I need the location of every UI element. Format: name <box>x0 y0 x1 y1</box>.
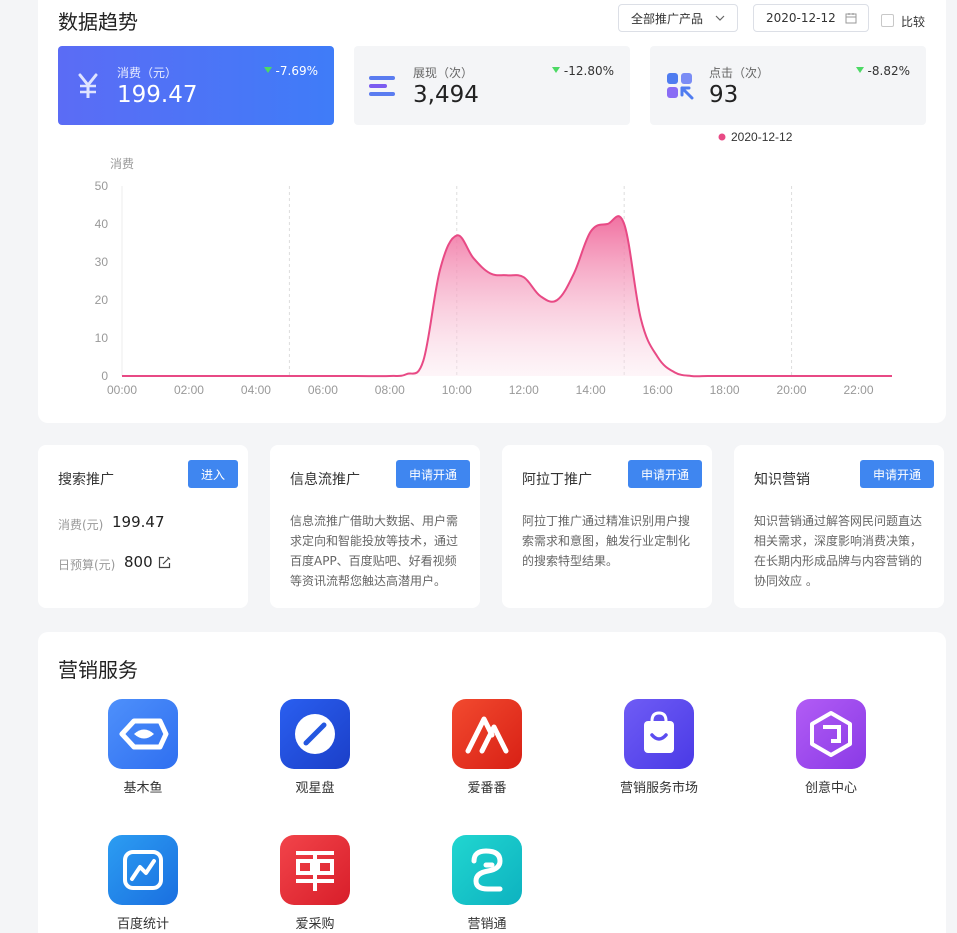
x-tick-label: 20:00 <box>777 383 807 397</box>
x-tick-label: 02:00 <box>174 383 204 397</box>
service-guanxingpan[interactable]: 观星盘 <box>255 699 375 796</box>
aicaigou-icon <box>280 835 350 905</box>
stat-delta: -8.82% <box>867 64 910 78</box>
aifanfan-icon <box>452 699 522 769</box>
x-tick-label: 08:00 <box>375 383 405 397</box>
data-trend-panel: 数据趋势 全部推广产品 2020-12-12 比较 消费（元） 199.47 -… <box>38 0 946 423</box>
yingxiaotong-icon <box>452 835 522 905</box>
x-tick-label: 00:00 <box>107 383 137 397</box>
date-picker-value: 2020-12-12 <box>766 11 836 25</box>
x-tick-label: 04:00 <box>241 383 271 397</box>
card-title: 阿拉丁推广 <box>522 472 592 488</box>
x-tick-label: 12:00 <box>509 383 539 397</box>
stat-delta: -7.69% <box>275 64 318 78</box>
stat-label: 点击（次） <box>709 66 770 80</box>
service-name: 观星盘 <box>295 781 335 796</box>
card-description: 信息流推广借助大数据、用户需求定向和智能投放等技术，通过百度APP、百度贴吧、好… <box>290 514 459 588</box>
service-name: 创意中心 <box>804 781 857 796</box>
yuan-icon <box>78 73 98 98</box>
edit-icon[interactable] <box>158 556 171 569</box>
card-title: 知识营销 <box>754 472 810 488</box>
service-name: 爱番番 <box>467 781 507 796</box>
chevron-down-icon <box>715 15 725 21</box>
service-aicaigou[interactable]: 爱采购 <box>255 835 375 932</box>
compass-icon <box>280 699 350 769</box>
stat-value: 199.47 <box>117 82 198 108</box>
bars-icon <box>369 76 395 96</box>
y-tick-label: 10 <box>95 331 109 345</box>
stat-label: 消费（元） <box>117 66 178 80</box>
services-title: 营销服务 <box>58 658 138 682</box>
service-creative-center[interactable]: 创意中心 <box>771 699 891 796</box>
calendar-icon <box>845 13 857 24</box>
service-jimuyu[interactable]: 基木鱼 <box>83 699 203 796</box>
stat-card-spend[interactable]: 消费（元） 199.47 -7.69% <box>58 46 334 125</box>
x-tick-label: 10:00 <box>442 383 472 397</box>
y-tick-label: 20 <box>95 293 109 307</box>
compare-checkbox[interactable] <box>881 14 894 27</box>
y-tick-label: 0 <box>101 369 108 383</box>
marketing-services-panel: 营销服务 基木鱼 观星盘 爱番番 营销服务市场 创意中心 百度统计 爱采购 营销… <box>38 632 946 933</box>
fish-icon <box>108 699 178 769</box>
y-tick-label: 50 <box>95 179 109 193</box>
stat-label: 展现（次） <box>413 66 474 80</box>
knowledge-marketing-card: 知识营销 申请开通 知识营销通过解答网民问题直达相关需求，深度影响消费决策，在长… <box>734 445 944 608</box>
x-tick-label: 16:00 <box>643 383 673 397</box>
down-arrow-icon <box>264 67 272 73</box>
down-arrow-icon <box>856 67 864 73</box>
card-description: 知识营销通过解答网民问题直达相关需求，深度影响消费决策，在长期内形成品牌与内容营… <box>754 514 923 588</box>
service-name: 营销通 <box>467 917 507 932</box>
service-name: 营销服务市场 <box>619 781 698 796</box>
spend-value: 199.47 <box>112 513 165 531</box>
stat-card-clicks[interactable]: 点击（次） 93 -8.82% <box>650 46 926 125</box>
search-promotion-card: 搜索推广 进入 消费(元) 199.47 日预算(元) 800 <box>38 445 248 608</box>
service-name: 爱采购 <box>295 917 335 932</box>
x-tick-label: 22:00 <box>844 383 874 397</box>
service-marketplace[interactable]: 营销服务市场 <box>599 699 719 796</box>
budget-value: 800 <box>124 553 153 571</box>
compare-label: 比较 <box>901 15 926 29</box>
y-axis-label: 消费 <box>110 157 134 171</box>
budget-label: 日预算(元) <box>58 558 116 572</box>
stat-card-impressions[interactable]: 展现（次） 3,494 -12.80% <box>354 46 630 125</box>
service-name: 百度统计 <box>116 917 169 932</box>
stat-delta: -12.80% <box>563 64 614 78</box>
series-area <box>122 216 892 377</box>
stat-value: 93 <box>709 82 739 108</box>
enter-button[interactable]: 进入 <box>188 460 238 488</box>
card-title: 信息流推广 <box>290 472 360 488</box>
spend-label: 消费(元) <box>58 518 104 532</box>
down-arrow-icon <box>552 67 560 73</box>
stat-value: 3,494 <box>413 82 479 108</box>
y-tick-label: 30 <box>95 255 109 269</box>
card-title: 搜索推广 <box>58 472 114 488</box>
y-tick-label: 40 <box>95 217 109 231</box>
product-select[interactable]: 全部推广产品 <box>618 4 738 32</box>
apply-button[interactable]: 申请开通 <box>396 460 470 488</box>
spend-trend-chart: 消费 2020-12-12 0 10 20 30 40 50 00:00 02:00 04:00 06… <box>95 130 892 397</box>
shopping-bag-icon <box>624 699 694 769</box>
cube-icon <box>796 699 866 769</box>
apply-button[interactable]: 申请开通 <box>860 460 934 488</box>
apply-button[interactable]: 申请开通 <box>628 460 702 488</box>
x-tick-label: 14:00 <box>576 383 606 397</box>
aladdin-promotion-card: 阿拉丁推广 申请开通 阿拉丁推广通过精准识别用户搜索需求和意图，触发行业定制化的… <box>502 445 712 608</box>
x-tick-label: 06:00 <box>308 383 338 397</box>
legend-marker <box>718 133 726 141</box>
feed-promotion-card: 信息流推广 申请开通 信息流推广借助大数据、用户需求定向和智能投放等技术，通过百… <box>270 445 480 608</box>
service-name: 基木鱼 <box>123 781 163 796</box>
service-aifanfan[interactable]: 爱番番 <box>427 699 547 796</box>
legend-label: 2020-12-12 <box>731 130 793 144</box>
service-yingxiaotong[interactable]: 营销通 <box>427 835 547 932</box>
date-picker[interactable]: 2020-12-12 <box>753 4 869 32</box>
apps-icon <box>667 73 694 100</box>
x-tick-label: 18:00 <box>710 383 740 397</box>
trend-title: 数据趋势 <box>58 10 138 34</box>
service-baidu-stats[interactable]: 百度统计 <box>83 835 203 932</box>
card-description: 阿拉丁推广通过精准识别用户搜索需求和意图，触发行业定制化的搜索特型结果。 <box>522 514 691 568</box>
product-select-value: 全部推广产品 <box>631 11 704 26</box>
stats-icon <box>108 835 178 905</box>
